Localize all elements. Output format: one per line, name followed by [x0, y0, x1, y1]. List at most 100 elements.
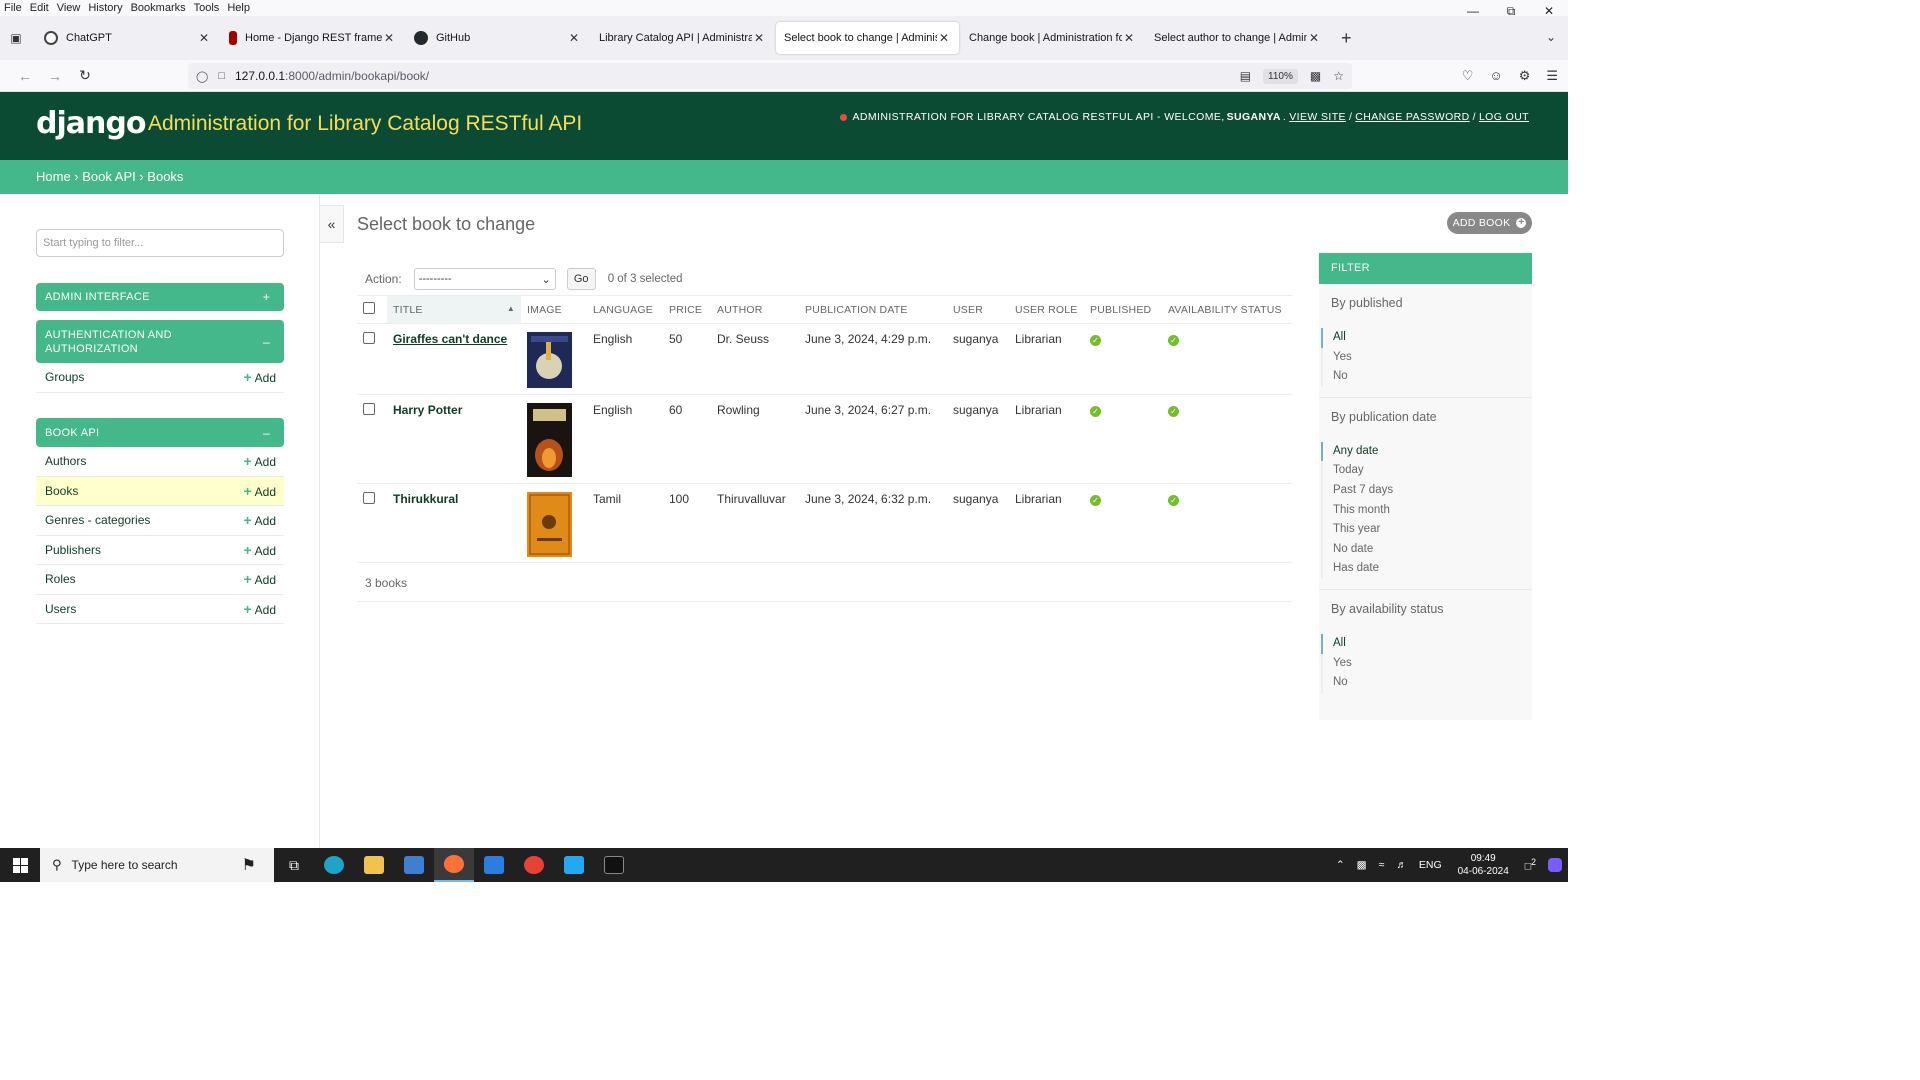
reader-view-icon[interactable]: ▤ — [1240, 69, 1251, 83]
clock[interactable]: 09:49 04-06-2024 — [1458, 852, 1509, 878]
store-icon[interactable] — [394, 848, 434, 882]
filter-option[interactable]: This year — [1323, 520, 1532, 540]
back-icon[interactable]: ← — [10, 68, 40, 84]
filter-option[interactable]: All — [1321, 328, 1532, 348]
breadcrumb-home[interactable]: Home — [36, 169, 71, 184]
notification-icon[interactable]: □2 — [1525, 857, 1536, 873]
sidebar-item-users[interactable]: Users + Add — [36, 595, 284, 624]
sidebar-item-label[interactable]: Authors — [45, 454, 86, 468]
volume-icon[interactable]: ♬ — [1396, 859, 1407, 871]
tab-list-icon[interactable]: ▣ — [6, 28, 26, 48]
sidebar-item-authors[interactable]: Authors + Add — [36, 447, 284, 477]
sidebar-item-label[interactable]: Users — [45, 602, 76, 616]
add-genres-link[interactable]: + Add — [243, 512, 276, 528]
mail-icon[interactable] — [474, 848, 514, 882]
close-tab-icon[interactable]: ✕ — [1122, 31, 1136, 45]
row-checkbox[interactable] — [363, 403, 375, 415]
menu-edit[interactable]: Edit — [30, 2, 49, 14]
sidebar-item-label[interactable]: Genres - categories — [45, 513, 150, 527]
tab-select-author[interactable]: Select author to change | Administration… — [1146, 22, 1329, 54]
menu-icon[interactable]: ☰ — [1546, 68, 1558, 84]
close-tab-icon[interactable]: ✕ — [567, 31, 581, 45]
sidebar-item-genres[interactable]: Genres - categories + Add — [36, 506, 284, 536]
tab-chatgpt[interactable]: ChatGPT ✕ — [36, 22, 219, 54]
copilot-icon[interactable] — [1548, 858, 1562, 872]
chrome-icon[interactable] — [514, 848, 554, 882]
pocket-icon[interactable]: ♡ — [1462, 68, 1474, 84]
sidebar-item-books[interactable]: Books + Add — [36, 476, 284, 506]
edge-icon[interactable] — [314, 848, 354, 882]
url-bar[interactable]: ◯ □ 127.0.0.1:8000/admin/bookapi/book/ ▤… — [188, 63, 1352, 89]
firefox-icon[interactable] — [434, 848, 474, 882]
search-highlight-icon[interactable]: ⚑ — [242, 855, 256, 875]
tab-github[interactable]: GitHub ✕ — [406, 22, 589, 54]
filter-option[interactable]: Has date — [1323, 559, 1532, 579]
change-password-link[interactable]: CHANGE PASSWORD — [1355, 111, 1469, 123]
column-header-author[interactable]: AUTHOR — [711, 295, 799, 324]
tab-library-admin[interactable]: Library Catalog API | Administration ✕ — [591, 22, 774, 54]
close-tab-icon[interactable]: ✕ — [937, 31, 951, 45]
translate-icon[interactable]: ▩ — [1310, 69, 1321, 83]
book-title-link[interactable]: Thirukkural — [393, 492, 458, 506]
zoom-indicator[interactable]: 110% — [1263, 68, 1298, 84]
menu-tools[interactable]: Tools — [194, 2, 220, 14]
add-authors-link[interactable]: + Add — [243, 453, 276, 469]
sidebar-filter-input[interactable]: Start typing to filter... — [36, 229, 284, 257]
extensions-icon[interactable]: ⚙ — [1519, 68, 1531, 84]
collapse-icon[interactable]: – — [263, 426, 270, 440]
log-out-link[interactable]: LOG OUT — [1479, 111, 1529, 123]
module-caption[interactable]: BOOK API – — [36, 418, 284, 447]
close-tab-icon[interactable]: ✕ — [197, 31, 211, 45]
column-header-price[interactable]: PRICE — [663, 295, 711, 324]
close-tab-icon[interactable]: ✕ — [752, 31, 766, 45]
chevron-down-icon[interactable]: ⌄ — [1546, 30, 1556, 44]
filter-option[interactable]: Yes — [1323, 654, 1532, 674]
task-view-icon[interactable]: ⧉ — [274, 848, 314, 882]
device-icon[interactable]: ▩ — [1357, 859, 1367, 871]
column-header-published[interactable]: PUBLISHED — [1084, 295, 1162, 324]
row-checkbox[interactable] — [363, 492, 375, 504]
add-users-link[interactable]: + Add — [243, 601, 276, 617]
menu-bookmarks[interactable]: Bookmarks — [131, 2, 186, 14]
action-select[interactable]: --------- ⌄ — [413, 268, 556, 290]
add-book-button[interactable]: ADD BOOK + — [1447, 212, 1532, 234]
menu-history[interactable]: History — [88, 2, 122, 14]
toggle-sidebar-button[interactable]: « — [320, 205, 344, 243]
column-header-publication-date[interactable]: PUBLICATION DATE — [799, 295, 947, 324]
menu-view[interactable]: View — [57, 2, 81, 14]
module-caption[interactable]: AUTHENTICATION AND AUTHORIZATION – — [36, 320, 284, 363]
start-button[interactable] — [0, 848, 40, 882]
select-all-checkbox[interactable] — [363, 302, 375, 314]
terminal-icon[interactable] — [594, 848, 634, 882]
close-tab-icon[interactable]: ✕ — [382, 31, 396, 45]
new-tab-icon[interactable]: + — [1341, 28, 1352, 49]
tab-change-book[interactable]: Change book | Administration for Library… — [961, 22, 1144, 54]
filter-option[interactable]: Any date — [1321, 441, 1532, 462]
column-header-user[interactable]: USER — [947, 295, 1009, 324]
column-header-user-role[interactable]: USER ROLE — [1009, 295, 1084, 324]
go-button[interactable]: Go — [566, 268, 596, 290]
book-title-link[interactable]: Harry Potter — [393, 403, 462, 417]
add-roles-link[interactable]: + Add — [243, 571, 276, 587]
language-indicator[interactable]: ENG — [1419, 859, 1442, 871]
tab-select-book[interactable]: Select book to change | Administration ✕ — [776, 22, 959, 54]
book-title-link[interactable]: Giraffes can't dance — [393, 332, 507, 346]
wifi-icon[interactable]: ≈ — [1379, 859, 1385, 871]
expand-icon[interactable]: + — [263, 290, 270, 304]
menu-help[interactable]: Help — [227, 2, 250, 14]
sidebar-item-label[interactable]: Groups — [45, 370, 84, 384]
filter-option[interactable]: No date — [1323, 540, 1532, 560]
account-icon[interactable]: ☺ — [1489, 68, 1502, 84]
filter-option[interactable]: All — [1321, 633, 1532, 654]
collapse-icon[interactable]: – — [263, 335, 270, 349]
row-checkbox[interactable] — [363, 332, 375, 344]
filter-option[interactable]: No — [1323, 367, 1532, 387]
sidebar-item-publishers[interactable]: Publishers + Add — [36, 536, 284, 565]
sidebar-item-label[interactable]: Publishers — [45, 543, 101, 557]
column-header-title[interactable]: TITLE ▲ — [387, 295, 521, 324]
file-explorer-icon[interactable] — [354, 848, 394, 882]
view-site-link[interactable]: VIEW SITE — [1289, 111, 1346, 123]
close-tab-icon[interactable]: ✕ — [1307, 31, 1321, 45]
django-logo[interactable]: django — [36, 106, 146, 141]
menu-file[interactable]: File — [4, 2, 22, 14]
